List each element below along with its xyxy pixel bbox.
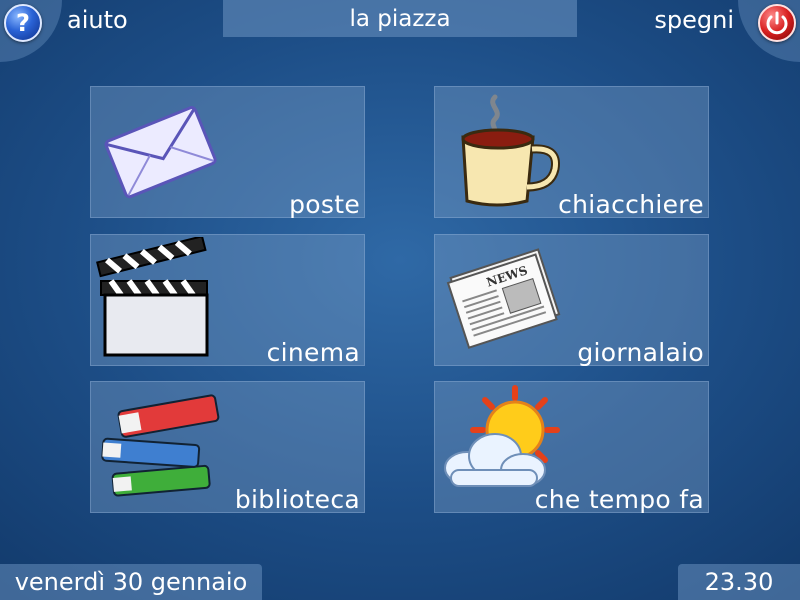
newspaper-icon: NEWS bbox=[446, 248, 561, 349]
question-mark-icon: ? bbox=[16, 9, 30, 37]
time-display: 23.30 bbox=[678, 564, 800, 600]
tile-giornalaio[interactable]: NEWS giornalaio bbox=[434, 234, 709, 367]
tile-label: che tempo fa bbox=[534, 485, 704, 514]
envelope-icon bbox=[104, 106, 217, 199]
tile-chiacchiere[interactable]: chiacchiere bbox=[434, 86, 709, 219]
help-label[interactable]: aiuto bbox=[67, 6, 128, 34]
coffee-cup-icon bbox=[461, 94, 560, 207]
tile-poste[interactable]: poste bbox=[90, 86, 365, 219]
date-display: venerdì 30 gennaio bbox=[0, 564, 262, 600]
power-button[interactable] bbox=[758, 4, 796, 42]
tile-label: cinema bbox=[266, 338, 360, 367]
tile-label: giornalaio bbox=[577, 338, 704, 367]
page-title: la piazza bbox=[223, 0, 577, 37]
tile-label: biblioteca bbox=[234, 485, 360, 514]
clapperboard-icon bbox=[96, 237, 209, 357]
tile-label: chiacchiere bbox=[558, 190, 704, 219]
help-button[interactable]: ? bbox=[4, 4, 42, 42]
power-icon bbox=[766, 11, 788, 35]
tile-cinema[interactable]: cinema bbox=[90, 234, 365, 367]
power-label[interactable]: spegni bbox=[654, 6, 734, 34]
tile-biblioteca[interactable]: biblioteca bbox=[90, 381, 365, 514]
tile-label: poste bbox=[289, 190, 360, 219]
tile-che-tempo-fa[interactable]: che tempo fa bbox=[434, 381, 709, 514]
books-icon bbox=[101, 394, 220, 497]
